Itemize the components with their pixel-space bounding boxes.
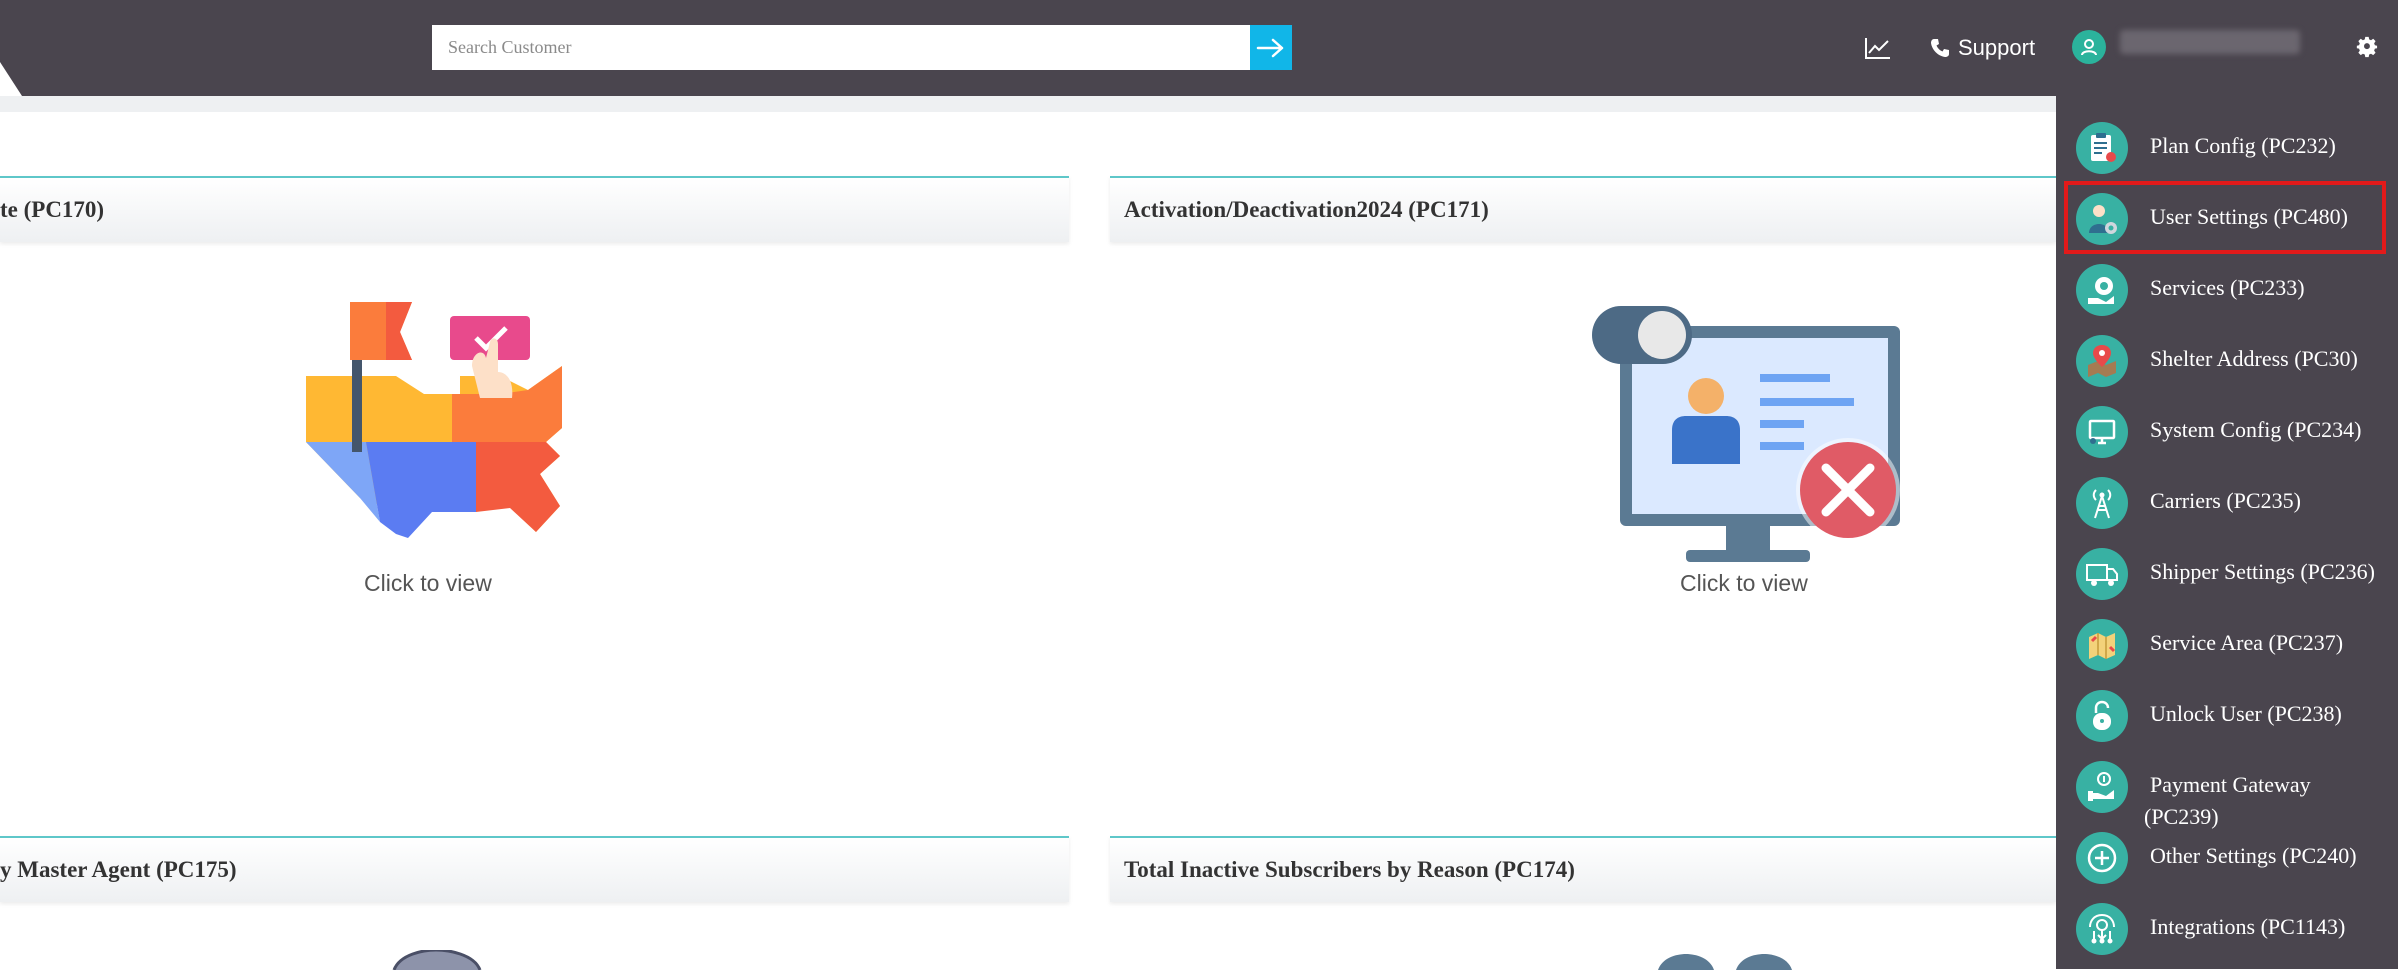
brand-corner (0, 62, 22, 96)
hand-gear-icon (2076, 264, 2128, 316)
card-title: y Master Agent (PC175) (0, 857, 237, 882)
sidebar-item-shelter-address[interactable]: Shelter Address (PC30) (2056, 329, 2398, 391)
map-pin-icon (2076, 335, 2128, 387)
customer-search (432, 25, 1292, 70)
gear-icon (2356, 36, 2378, 58)
settings-sidebar: Plan Config (PC232) User Settings (PC480… (2056, 96, 2398, 969)
analytics-button[interactable] (1864, 0, 1892, 96)
sidebar-item-label: Integrations (PC1143) (2150, 914, 2346, 939)
username-redacted[interactable] (2120, 30, 2300, 54)
payment-hand-icon (2076, 761, 2128, 813)
plus-circle-icon (2076, 832, 2128, 884)
sidebar-item-label: Other Settings (PC240) (2150, 843, 2357, 868)
sidebar-item-label: Payment Gateway (PC239) (2144, 772, 2311, 829)
sidebar-item-label: Plan Config (PC232) (2150, 133, 2336, 158)
card-title: Total Inactive Subscribers by Reason (PC… (1124, 857, 1575, 882)
sidebar-item-carriers[interactable]: Carriers (PC235) (2056, 471, 2398, 533)
user-icon (2081, 39, 2097, 56)
sidebar-item-shipper-settings[interactable]: Shipper Settings (PC236) (2056, 542, 2398, 604)
sidebar-item-label: User Settings (PC480) (2150, 204, 2348, 229)
sidebar-item-unlock-user[interactable]: Unlock User (PC238) (2056, 684, 2398, 746)
sidebar-item-label: System Config (PC234) (2150, 417, 2362, 442)
card-header: y Master Agent (PC175) (0, 836, 1069, 902)
phone-icon (1931, 39, 1949, 57)
line-chart-icon (1865, 38, 1890, 59)
sidebar-item-label: Carriers (PC235) (2150, 488, 2301, 513)
deactivate-user-monitor-icon (1592, 306, 1900, 562)
card-cta: Click to view (364, 570, 492, 596)
card-header: Activation/Deactivation2024 (PC171) (1110, 176, 2056, 242)
sidebar-item-system-config[interactable]: System Config (PC234) (2056, 400, 2398, 462)
network-icon (2076, 903, 2128, 955)
arrow-right-icon (1256, 38, 1284, 57)
unlock-icon (2076, 690, 2128, 742)
sidebar-item-plan-config[interactable]: Plan Config (PC232) (2056, 116, 2398, 178)
support-label: Support (1958, 35, 2036, 60)
content-top-strip (0, 96, 2056, 112)
dashboard-card-pc170[interactable]: te (PC170) Click to view (0, 176, 1069, 810)
sidebar-item-label: Shipper Settings (PC236) (2150, 559, 2375, 584)
dashboard-card-pc175[interactable]: y Master Agent (PC175) (0, 836, 1069, 970)
dashboard-card-pc171[interactable]: Activation/Deactivation2024 (PC171) Clic… (1110, 176, 2056, 810)
sidebar-item-label: Service Area (PC237) (2150, 630, 2344, 655)
sidebar-item-label: Services (PC233) (2150, 275, 2305, 300)
card-cta: Click to view (1680, 570, 1808, 596)
chart-preview-icon (392, 950, 482, 970)
sidebar-item-other-settings[interactable]: Other Settings (PC240) (2056, 826, 2398, 888)
avatar[interactable] (2072, 30, 2106, 64)
support-link[interactable]: Support (1930, 0, 2035, 96)
card-header: te (PC170) (0, 176, 1069, 242)
sidebar-item-user-settings[interactable]: User Settings (PC480) (2056, 187, 2398, 249)
sidebar-item-integrations[interactable]: Integrations (PC1143) (2056, 897, 2398, 959)
sidebar-item-services[interactable]: Services (PC233) (2056, 258, 2398, 320)
clipboard-icon (2076, 122, 2128, 174)
area-map-icon (2076, 619, 2128, 671)
sidebar-item-label: Shelter Address (PC30) (2150, 346, 2358, 371)
card-title: Activation/Deactivation2024 (PC171) (1124, 197, 1489, 222)
top-bar: Support (0, 0, 2398, 96)
dashboard-card-pc174[interactable]: Total Inactive Subscribers by Reason (PC… (1110, 836, 2056, 970)
search-submit-button[interactable] (1250, 25, 1292, 70)
card-title: te (PC170) (0, 197, 105, 222)
sidebar-item-service-area[interactable]: Service Area (PC237) (2056, 613, 2398, 675)
sidebar-item-payment-gateway[interactable]: Payment Gateway (PC239) (2056, 755, 2398, 829)
us-map-flag-icon (306, 302, 562, 538)
chart-preview-icon (1658, 954, 1792, 970)
settings-button[interactable] (2350, 30, 2384, 64)
user-gear-icon (2076, 193, 2128, 245)
search-input[interactable] (432, 25, 1250, 70)
sidebar-item-label: Unlock User (PC238) (2150, 701, 2342, 726)
truck-icon (2076, 548, 2128, 600)
antenna-tower-icon (2076, 477, 2128, 529)
monitor-icon (2076, 406, 2128, 458)
card-header: Total Inactive Subscribers by Reason (PC… (1110, 836, 2056, 902)
